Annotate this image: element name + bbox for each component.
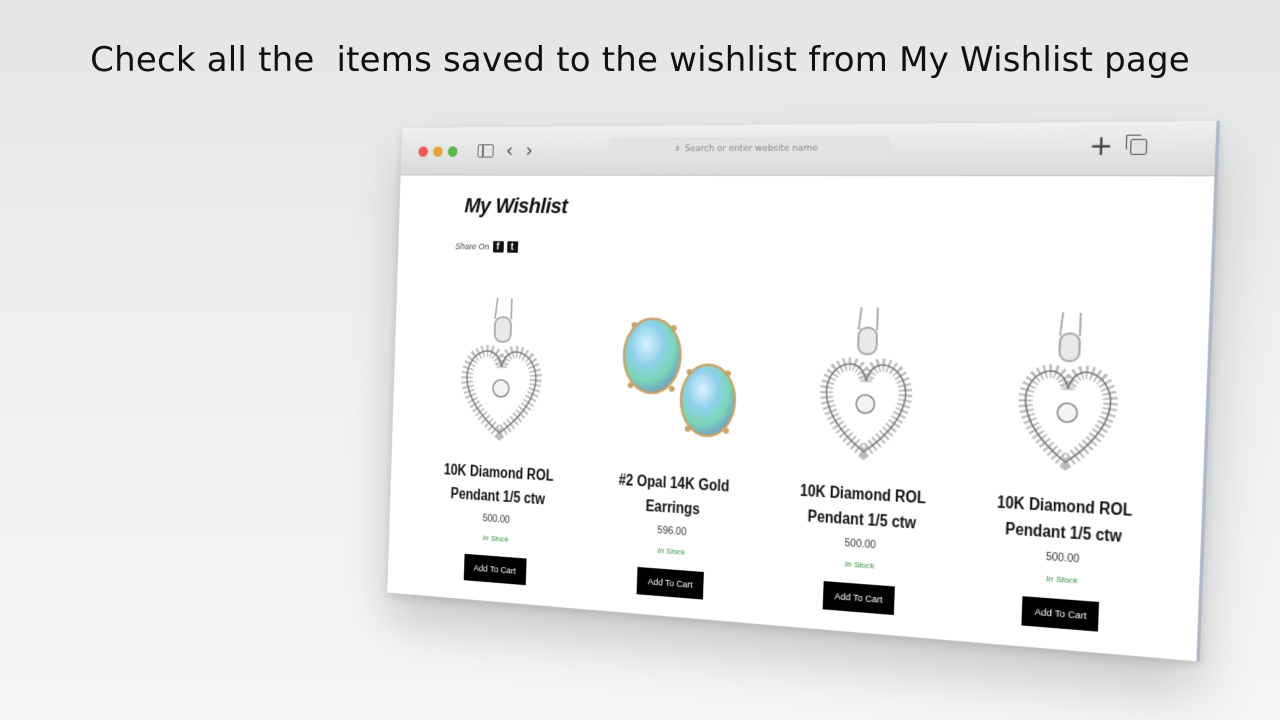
- add-to-cart-button[interactable]: Add To Cart: [463, 553, 527, 586]
- forward-icon[interactable]: ›: [525, 138, 533, 161]
- product-name[interactable]: 10K Diamond ROL Pendant 1/5 ctw: [431, 458, 565, 514]
- product-name[interactable]: 10K Diamond ROL Pendant 1/5 ctw: [786, 478, 940, 538]
- product-price: 500.00: [1045, 551, 1080, 566]
- wishlist-page: My Wishlist Share On f t 10K Diamond ROL…: [387, 175, 1214, 662]
- back-icon[interactable]: ‹: [506, 138, 514, 161]
- product-price: 500.00: [482, 513, 510, 526]
- stock-status: In Stock: [844, 559, 875, 571]
- product-name[interactable]: 10K Diamond ROL Pendant 1/5 ctw: [982, 489, 1148, 552]
- new-tab-icon[interactable]: +: [1088, 130, 1113, 162]
- stock-status: In Stock: [1045, 573, 1078, 586]
- add-to-cart-button[interactable]: Add To Cart: [822, 581, 895, 616]
- tab-overview-icon[interactable]: [1129, 138, 1148, 155]
- product-card: #2 Opal 14K Gold Earrings 596.00 In Stoc…: [593, 301, 760, 604]
- stock-status: In Stock: [482, 533, 509, 544]
- facebook-icon[interactable]: f: [492, 241, 504, 253]
- product-price: 500.00: [844, 538, 877, 552]
- minimize-window-button[interactable]: [433, 146, 443, 157]
- heart-pendant-image[interactable]: [985, 310, 1155, 475]
- twitter-icon[interactable]: t: [506, 241, 518, 253]
- search-icon: ⌕: [674, 144, 681, 155]
- heart-pendant-image[interactable]: [433, 297, 571, 445]
- browser-toolbar: ‹ › ⌕ Search or enter website name +: [400, 121, 1217, 177]
- product-card: 10K Diamond ROL Pendant 1/5 ctw 500.00 I…: [775, 305, 954, 619]
- product-grid: 10K Diamond ROL Pendant 1/5 ctw 500.00 I…: [422, 296, 1163, 636]
- share-row: Share On f t: [455, 241, 518, 253]
- heart-pendant-image[interactable]: [788, 305, 946, 464]
- stock-status: In Stock: [657, 545, 686, 557]
- add-to-cart-button[interactable]: Add To Cart: [636, 566, 705, 600]
- product-name[interactable]: #2 Opal 14K Gold Earrings: [602, 467, 746, 525]
- browser-window: ‹ › ⌕ Search or enter website name + My …: [387, 121, 1220, 662]
- product-card: 10K Diamond ROL Pendant 1/5 ctw 500.00 I…: [971, 310, 1163, 636]
- close-window-button[interactable]: [418, 146, 429, 157]
- opal-earrings-image[interactable]: [604, 301, 752, 454]
- product-card: 10K Diamond ROL Pendant 1/5 ctw 500.00 I…: [422, 296, 578, 588]
- sidebar-toggle-icon[interactable]: [477, 144, 494, 158]
- maximize-window-button[interactable]: [447, 146, 458, 157]
- page-title: My Wishlist: [464, 193, 568, 219]
- address-placeholder: Search or enter website name: [684, 143, 818, 155]
- stage: ‹ › ⌕ Search or enter website name + My …: [0, 0, 1280, 720]
- address-bar[interactable]: ⌕ Search or enter website name: [607, 136, 892, 162]
- share-label: Share On: [455, 241, 490, 252]
- add-to-cart-button[interactable]: Add To Cart: [1021, 596, 1100, 632]
- product-price: 596.00: [657, 525, 687, 539]
